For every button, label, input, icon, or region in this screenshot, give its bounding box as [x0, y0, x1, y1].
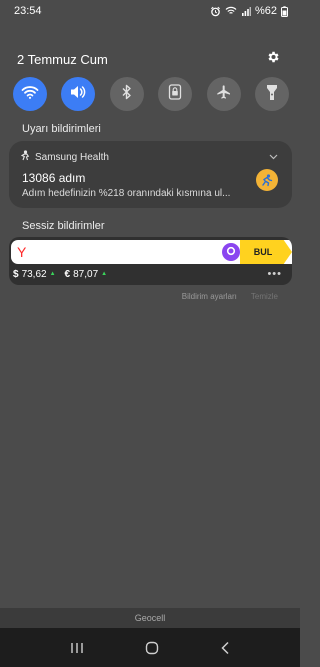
notification-app-name: Samsung Health — [35, 151, 109, 163]
up-arrow-icon: ▲ — [49, 271, 56, 277]
navigation-bar — [0, 628, 300, 667]
rotation-lock-toggle[interactable] — [158, 77, 193, 111]
runner-badge-icon — [256, 169, 278, 191]
eur-rate: € 87,07 ▲ — [65, 269, 108, 280]
recent-apps-button[interactable] — [70, 642, 84, 654]
up-arrow-icon: ▲ — [101, 271, 108, 277]
alice-icon — [226, 243, 236, 261]
notification-actions: Bildirim ayarları Temizle — [182, 292, 278, 301]
notification-app: Samsung Health — [20, 150, 109, 164]
samsung-health-notification[interactable]: Samsung Health 13086 adım Adım hedefiniz… — [9, 141, 292, 208]
quick-settings — [13, 77, 289, 111]
silent-section-title: Sessiz bildirimler — [22, 220, 105, 232]
bluetooth-icon — [121, 84, 133, 105]
notification-title: 13086 adım — [22, 171, 86, 185]
samsung-health-icon — [20, 150, 30, 164]
yandex-widget: Y BUL $ 73,62 ▲ € 87,07 ▲ ••• — [9, 237, 292, 285]
sound-toggle[interactable] — [61, 77, 96, 111]
flashlight-toggle[interactable] — [254, 77, 289, 111]
back-button[interactable] — [220, 641, 230, 655]
wifi-icon — [225, 6, 237, 16]
notification-header: Samsung Health — [20, 150, 278, 164]
carrier-name: Geocell — [134, 613, 166, 623]
carrier-bar: Geocell — [0, 608, 300, 628]
flashlight-icon — [266, 83, 278, 106]
airplane-toggle[interactable] — [206, 77, 241, 111]
signal-icon — [241, 6, 251, 16]
date-label: 2 Temmuz Cum — [17, 52, 108, 67]
yandex-search-bar[interactable]: Y BUL — [11, 240, 292, 264]
notification-body: Adım hedefinizin %218 oranındaki kısmına… — [22, 188, 231, 199]
find-button[interactable]: BUL — [240, 240, 292, 264]
home-button[interactable] — [145, 641, 159, 655]
status-icons: %62 — [210, 5, 288, 17]
speaker-icon — [69, 84, 87, 105]
status-time: 23:54 — [14, 5, 42, 17]
eur-symbol: € — [64, 268, 71, 280]
clear-button[interactable]: Temizle — [251, 292, 278, 301]
more-options-icon[interactable]: ••• — [267, 268, 282, 280]
currency-rates: $ 73,62 ▲ € 87,07 ▲ ••• — [13, 268, 282, 280]
yandex-logo: Y — [17, 244, 27, 260]
airplane-icon — [216, 84, 232, 105]
battery-text: %62 — [254, 5, 277, 17]
alice-voice-button[interactable] — [222, 243, 240, 261]
gear-icon[interactable] — [266, 50, 280, 69]
status-bar: 23:54 %62 — [0, 0, 300, 22]
header-row: 2 Temmuz Cum — [17, 50, 280, 69]
wifi-icon — [21, 85, 39, 104]
usd-value: 73,62 — [21, 268, 47, 280]
eur-value: 87,07 — [73, 268, 99, 280]
chevron-down-icon[interactable] — [269, 152, 278, 163]
notification-settings-button[interactable]: Bildirim ayarları — [182, 292, 237, 301]
battery-icon — [281, 5, 288, 17]
lock-icon — [168, 83, 182, 105]
bluetooth-toggle[interactable] — [109, 77, 144, 111]
alarm-icon — [210, 6, 221, 17]
alerts-section-title: Uyarı bildirimleri — [22, 123, 101, 135]
usd-rate: $ 73,62 ▲ — [13, 269, 56, 280]
usd-symbol: $ — [13, 268, 19, 280]
wifi-toggle[interactable] — [13, 77, 47, 111]
